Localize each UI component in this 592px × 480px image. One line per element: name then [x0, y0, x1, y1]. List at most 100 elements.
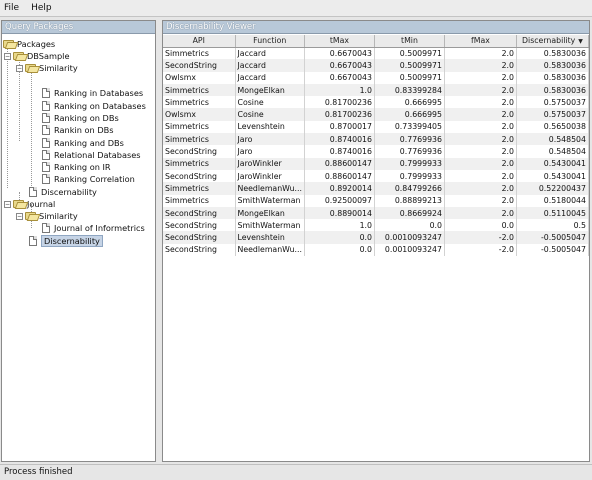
table-row[interactable]: SecondString NeedlemanWu... 0.0 0.001009324… — [163, 243, 589, 257]
table-row[interactable]: Simmetrics SmithWaterman 0.92500097 0.88899… — [163, 194, 589, 207]
tree-node-dbsample[interactable]: − DBSample — [4, 50, 69, 62]
tree-leaf-query[interactable]: Ranking on Databases — [42, 100, 146, 112]
column-header-label: Function — [253, 36, 287, 46]
table-cell: 2.0 — [444, 120, 517, 134]
table-cell: 2.0 — [444, 206, 517, 220]
tree-leaf-query[interactable]: Ranking in Databases — [42, 87, 143, 99]
table-row[interactable]: Simmetrics JaroWinkler 0.88600147 0.7999933… — [163, 157, 589, 170]
column-header[interactable]: tMin — [374, 35, 445, 48]
tree-leaf-query[interactable]: Relational Databases — [42, 149, 141, 161]
document-icon — [42, 150, 50, 160]
tree-leaf-query[interactable]: Ranking on DBs — [42, 112, 119, 124]
menu-help[interactable]: Help — [31, 3, 52, 13]
tree-leaf-discernability[interactable]: Discernability — [29, 235, 103, 247]
table-cell: 0.666995 — [374, 96, 445, 109]
query-packages-title: Query Packages — [2, 21, 155, 34]
table-cell: 0.0 — [374, 219, 445, 232]
table-cell: 0.5650038 — [516, 120, 589, 134]
table-cell: 2.0 — [444, 182, 517, 195]
table-row[interactable]: SecondString MongeElkan 0.8890014 0.8669924… — [163, 206, 589, 220]
table-row[interactable]: SecondString SmithWaterman 1.0 0.0 0.0 0.5 — [163, 219, 589, 232]
table-cell: SecondString — [163, 206, 236, 220]
column-header[interactable]: fMax — [444, 35, 517, 48]
tree-leaf-query[interactable]: Journal of Informetrics — [42, 222, 145, 234]
tree-leaf-query[interactable]: Rankin on DBs — [42, 124, 114, 136]
table-cell: Simmetrics — [163, 96, 236, 109]
table-row[interactable]: Simmetrics Cosine 0.81700236 0.666995 2.0 0.5… — [163, 96, 589, 109]
table-row[interactable]: Simmetrics NeedlemanWu... 0.8920014 0.84799… — [163, 182, 589, 195]
table-cell: Jaro — [235, 133, 305, 146]
table-cell: Jaccard — [235, 71, 305, 84]
sort-descending-icon: ▼ — [578, 38, 583, 46]
tree-label: Ranking in Databases — [54, 88, 144, 98]
table-row[interactable]: SecondString Levenshtein 0.0 0.0010093247 -2… — [163, 231, 589, 244]
document-icon — [42, 88, 50, 98]
table-cell: 0.6670043 — [304, 47, 375, 60]
table-row[interactable]: SecondString Jaro 0.8740016 0.7769936 2.0 0.5… — [163, 145, 589, 158]
table-row[interactable]: Simmetrics Jaccard 0.6670043 0.5009971 2.0 0.… — [163, 47, 589, 60]
document-icon — [42, 113, 50, 123]
tree-leaf-query[interactable]: Ranking Correlation — [42, 173, 135, 185]
table-cell: Levenshtein — [235, 231, 305, 244]
table-cell: 0.92500097 — [304, 194, 375, 207]
table-cell: 0.8920014 — [304, 182, 375, 195]
status-bar: Process finished — [0, 464, 592, 480]
collapse-toggle-icon[interactable]: − — [4, 200, 11, 208]
table-cell: 0.8740016 — [304, 133, 375, 146]
table-cell: 0.7769936 — [374, 145, 445, 158]
table-cell: 0.548504 — [516, 133, 589, 146]
table-row[interactable]: Owlsmx Cosine 0.81700236 0.666995 2.0 0.57500… — [163, 108, 589, 121]
document-icon — [42, 223, 50, 233]
menu-file[interactable]: File — [4, 3, 19, 13]
table-row[interactable]: Simmetrics MongeElkan 1.0 0.83399284 2.0 0.58… — [163, 83, 589, 97]
table-cell: Levenshtein — [235, 120, 305, 134]
table-cell: Simmetrics — [163, 120, 236, 134]
table-cell: MongeElkan — [235, 206, 305, 220]
tree-leaf-query[interactable]: Ranking on IR — [42, 161, 111, 173]
column-header[interactable]: API — [163, 35, 236, 48]
table-row[interactable]: Simmetrics Jaro 0.8740016 0.7769936 2.0 0.548… — [163, 133, 589, 146]
tree-label: Ranking on DBs — [54, 113, 119, 123]
table-cell: SecondString — [163, 59, 236, 72]
tree-node-similarity[interactable]: − Similarity — [16, 62, 78, 74]
tree-label: Relational Databases — [54, 150, 141, 160]
table-cell: Cosine — [235, 108, 305, 121]
tree-label-selected: Discernability — [41, 235, 103, 247]
column-header-label: Discernability — [522, 36, 576, 46]
column-header[interactable]: Function — [235, 35, 305, 48]
column-header[interactable]: Discernability ▼ — [516, 35, 589, 48]
table-cell: SmithWaterman — [235, 219, 305, 232]
table-row[interactable]: Simmetrics Levenshtein 0.8700017 0.73399405… — [163, 120, 589, 134]
table-cell: 0.84799266 — [374, 182, 445, 195]
discernability-viewer-panel: Discernability Viewer API Function tMax tMi… — [162, 20, 590, 462]
tree-node-similarity[interactable]: − Similarity — [16, 210, 78, 222]
table-cell: 2.0 — [444, 96, 517, 109]
tree-leaf-discernability[interactable]: Discernability — [29, 186, 97, 198]
menu-bar: File Help — [0, 0, 592, 17]
document-icon — [42, 101, 50, 111]
collapse-toggle-icon[interactable]: − — [4, 52, 11, 60]
column-header[interactable]: tMax — [304, 35, 375, 48]
tree-leaf-query[interactable]: Ranking and DBs — [42, 137, 124, 149]
table-row[interactable]: SecondString JaroWinkler 0.88600147 0.79999… — [163, 169, 589, 183]
collapse-toggle-icon[interactable]: − — [16, 64, 23, 72]
table-row[interactable]: SecondString Jaccard 0.6670043 0.5009971 2.0… — [163, 59, 589, 72]
table-cell: -0.5005047 — [516, 243, 589, 257]
tree-label: Ranking on IR — [54, 162, 111, 172]
table-cell: Owlsmx — [163, 108, 236, 121]
tree-label: Discernability — [41, 187, 97, 197]
table-row[interactable]: Owlsmx Jaccard 0.6670043 0.5009971 2.0 0.5830… — [163, 71, 589, 84]
table-cell: 0.5009971 — [374, 59, 445, 72]
document-icon — [42, 174, 50, 184]
table-cell: Cosine — [235, 96, 305, 109]
table-cell: Simmetrics — [163, 194, 236, 207]
folder-open-icon — [13, 52, 24, 60]
table-cell: 0.5830036 — [516, 47, 589, 60]
tree-label: Similarity — [39, 63, 78, 73]
tree-node-packages[interactable]: Packages — [3, 38, 55, 50]
column-header-label: API — [192, 36, 205, 46]
table-header-row: API Function tMax tMin fMax Discernability ▼ — [163, 35, 589, 48]
table-cell: 0.8740016 — [304, 145, 375, 158]
tree-node-journal[interactable]: − Journal — [4, 198, 55, 210]
collapse-toggle-icon[interactable]: − — [16, 212, 23, 220]
